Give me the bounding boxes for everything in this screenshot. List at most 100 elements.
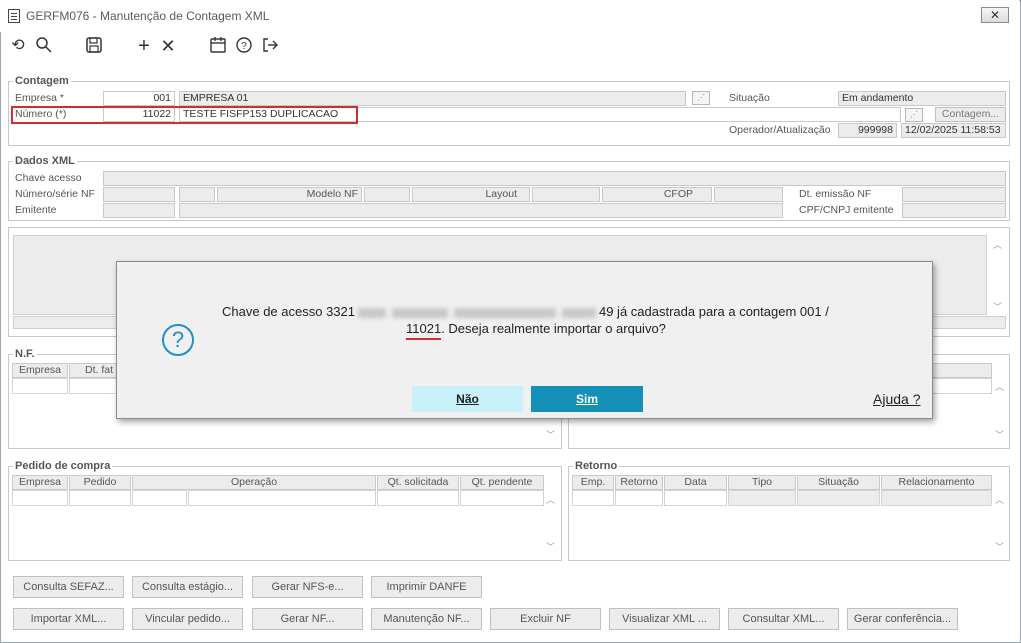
right-scroll-up-icon[interactable]: ︿ bbox=[995, 380, 1004, 393]
nao-button[interactable]: Não bbox=[412, 386, 523, 412]
retorno-cell[interactable] bbox=[615, 490, 663, 506]
retorno-title: Retorno bbox=[573, 460, 620, 472]
visualizar-xml-button[interactable]: Visualizar XML ... bbox=[609, 608, 720, 630]
pedido-cell[interactable] bbox=[12, 490, 68, 506]
calendar-icon[interactable] bbox=[208, 36, 228, 56]
pedido-col-qt-solicitada[interactable]: Qt. solicitada bbox=[377, 475, 459, 490]
layout-field bbox=[532, 187, 600, 202]
nf-col-empresa[interactable]: Empresa bbox=[12, 363, 68, 378]
pedido-cell[interactable] bbox=[377, 490, 459, 506]
pedido-cell[interactable] bbox=[188, 490, 376, 506]
scroll-down-icon[interactable]: ﹀ bbox=[993, 300, 1002, 313]
dt-emissao-label: Dt. emissão NF bbox=[799, 188, 872, 200]
cfop-field bbox=[714, 187, 783, 202]
consulta-estagio-button[interactable]: Consulta estágio... bbox=[132, 576, 243, 598]
sim-button[interactable]: Sim bbox=[531, 386, 643, 412]
pedido-col-operacao[interactable]: Operação bbox=[132, 475, 376, 490]
undo-icon[interactable]: ⟲ bbox=[8, 36, 28, 56]
vincular-pedido-button[interactable]: Vincular pedido... bbox=[132, 608, 243, 630]
numero-highlight-box bbox=[11, 106, 358, 124]
contagem-title: Contagem bbox=[13, 75, 71, 87]
gerar-nf-button[interactable]: Gerar NF... bbox=[252, 608, 363, 630]
dialog-message-line1: Chave de acesso 3321 49 já cadastrada par… bbox=[222, 304, 829, 319]
empresa-label: Empresa * bbox=[15, 92, 65, 104]
dialog-contagem-number: 11021 bbox=[406, 321, 442, 340]
gerar-conferencia-button[interactable]: Gerar conferência... bbox=[847, 608, 958, 630]
situacao-label: Situação bbox=[729, 92, 770, 104]
numero-serie-label: Número/série NF bbox=[15, 188, 95, 200]
importar-xml-button[interactable]: Importar XML... bbox=[13, 608, 124, 630]
pedido-cell[interactable] bbox=[132, 490, 187, 506]
pedido-scroll-down-icon[interactable]: ﹀ bbox=[546, 540, 555, 553]
cfop-label: CFOP bbox=[602, 187, 712, 202]
modelo-nf-label: Modelo NF bbox=[217, 187, 362, 202]
numero-lookup-icon[interactable]: ⋰ bbox=[905, 108, 923, 122]
sim-label: Sim bbox=[575, 392, 598, 406]
manutencao-nf-button[interactable]: Manutenção NF... bbox=[371, 608, 482, 630]
dados-xml-title: Dados XML bbox=[13, 155, 77, 167]
retorno-col-data[interactable]: Data bbox=[664, 475, 727, 490]
gerar-nfse-button[interactable]: Gerar NFS-e... bbox=[252, 576, 363, 598]
retorno-cell[interactable] bbox=[797, 490, 880, 506]
confirm-dialog bbox=[116, 261, 933, 419]
contagem-button[interactable]: Contagem... bbox=[935, 107, 1006, 122]
dialog-message-suffix: 49 já cadastrada para a contagem 001 / bbox=[598, 304, 829, 319]
retorno-cell[interactable] bbox=[728, 490, 796, 506]
retorno-scroll-up-icon[interactable]: ︿ bbox=[995, 493, 1004, 506]
redacted-block bbox=[561, 307, 596, 318]
nf-scroll-down-icon[interactable]: ﹀ bbox=[546, 428, 555, 441]
exit-icon[interactable] bbox=[260, 36, 280, 56]
pedido-col-qt-pendente[interactable]: Qt. pendente bbox=[460, 475, 544, 490]
dialog-question-text: . Deseja realmente importar o arquivo? bbox=[441, 321, 666, 336]
nf-title: N.F. bbox=[13, 348, 37, 360]
svg-text:?: ? bbox=[241, 41, 247, 52]
pedido-cell[interactable] bbox=[69, 490, 131, 506]
nao-label: Não bbox=[456, 392, 479, 406]
retorno-cell[interactable] bbox=[881, 490, 992, 506]
serie-nf-field bbox=[179, 187, 215, 202]
close-button[interactable]: ✕ bbox=[981, 7, 1009, 23]
right-scroll-down-icon[interactable]: ﹀ bbox=[995, 428, 1004, 441]
cpf-cnpj-field bbox=[902, 203, 1006, 218]
pedido-col-pedido[interactable]: Pedido bbox=[69, 475, 131, 490]
emitente-label: Emitente bbox=[15, 204, 57, 216]
dt-emissao-field bbox=[902, 187, 1006, 202]
scroll-up-icon[interactable]: ︿ bbox=[993, 238, 1002, 251]
imprimir-danfe-button[interactable]: Imprimir DANFE bbox=[371, 576, 482, 598]
consulta-sefaz-button[interactable]: Consulta SEFAZ... bbox=[13, 576, 124, 598]
layout-label: Layout bbox=[412, 187, 530, 202]
retorno-scroll-down-icon[interactable]: ﹀ bbox=[995, 540, 1004, 553]
chave-acesso-label: Chave acesso bbox=[15, 172, 82, 184]
pedido-cell[interactable] bbox=[460, 490, 544, 506]
operador-label: Operador/Atualização bbox=[729, 124, 831, 136]
retorno-col-relacionamento[interactable]: Relacionamento bbox=[881, 475, 992, 490]
pedido-scroll-up-icon[interactable]: ︿ bbox=[546, 493, 555, 506]
modelo-nf-field bbox=[364, 187, 410, 202]
redacted-block bbox=[357, 307, 386, 318]
empresa-code-field[interactable]: 001 bbox=[103, 91, 175, 106]
redacted-block bbox=[391, 307, 448, 318]
retorno-col-emp[interactable]: Emp. bbox=[572, 475, 614, 490]
window-title: GERFM076 - Manutenção de Contagem XML bbox=[26, 9, 270, 23]
retorno-col-situacao[interactable]: Situação bbox=[797, 475, 880, 490]
retorno-cell[interactable] bbox=[572, 490, 614, 506]
chave-acesso-field bbox=[103, 171, 1006, 186]
ajuda-link[interactable]: Ajuda ? bbox=[873, 391, 920, 407]
app-document-icon bbox=[8, 9, 20, 23]
empresa-lookup-icon[interactable]: ⋰ bbox=[692, 91, 710, 105]
operador-field: 999998 bbox=[838, 123, 897, 138]
retorno-col-tipo[interactable]: Tipo bbox=[728, 475, 796, 490]
emitente-code-field bbox=[103, 203, 175, 218]
nf-cell[interactable] bbox=[12, 378, 68, 394]
pedido-col-empresa[interactable]: Empresa bbox=[12, 475, 68, 490]
consultar-xml-button[interactable]: Consultar XML... bbox=[728, 608, 839, 630]
excluir-nf-button[interactable]: Excluir NF bbox=[490, 608, 601, 630]
help-icon[interactable]: ? bbox=[234, 36, 254, 56]
search-icon[interactable] bbox=[34, 36, 54, 56]
x-icon[interactable]: ✕ bbox=[158, 36, 178, 56]
retorno-cell[interactable] bbox=[664, 490, 727, 506]
plus-icon[interactable]: + bbox=[134, 36, 154, 56]
save-icon[interactable] bbox=[84, 36, 104, 56]
question-icon: ? bbox=[162, 324, 194, 356]
retorno-col-retorno[interactable]: Retorno bbox=[615, 475, 663, 490]
